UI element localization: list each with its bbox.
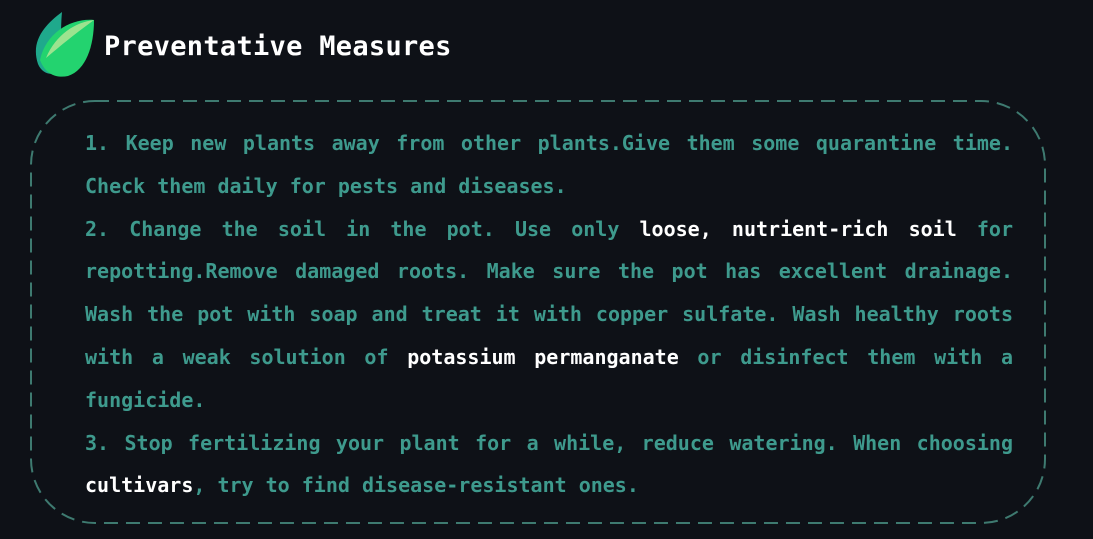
measure-item-2: 2. Change the soil in the pot. Use only … [85,208,1013,422]
highlight-text: potassium permanganate [407,344,679,369]
page-title: Preventative Measures [104,30,452,62]
leaf-icon [35,12,94,77]
measure-text: 1. Keep new plants away from other plant… [85,131,1013,198]
measure-text: , try to find disease-resistant ones. [193,473,639,498]
measure-text: 2. Change the soil in the pot. Use only [85,216,640,241]
highlight-text: cultivars [85,473,194,498]
measures-list: 1. Keep new plants away from other plant… [85,122,1013,507]
highlight-text: loose, nutrient-rich soil [639,216,957,241]
measure-item-3: 3. Stop fertilizing your plant for a whi… [85,422,1013,508]
measure-item-1: 1. Keep new plants away from other plant… [85,122,1013,208]
section-header: Preventative Measures [32,8,452,80]
measure-text: 3. Stop fertilizing your plant for a whi… [85,430,1013,455]
